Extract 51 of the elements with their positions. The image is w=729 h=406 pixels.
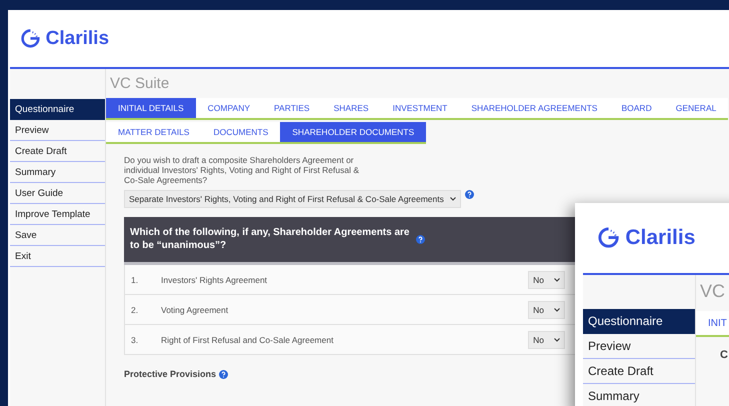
yes-no-select[interactable]: No bbox=[528, 270, 565, 289]
logo-icon bbox=[20, 28, 41, 49]
sidebar-item[interactable]: Questionnaire bbox=[583, 309, 695, 334]
tab[interactable]: BOARD bbox=[609, 98, 664, 118]
chevron-icon bbox=[554, 308, 560, 312]
subtab[interactable]: MATTER DETAILS bbox=[106, 122, 202, 142]
agreement-label: Right of First Refusal and Co-Sale Agreement bbox=[161, 334, 334, 345]
logo-wordmark: Clarilis bbox=[625, 226, 696, 250]
sidebar-item[interactable]: Preview bbox=[10, 120, 105, 141]
sidebar-item[interactable]: Exit bbox=[10, 246, 105, 267]
logo-wordmark: Clarilis bbox=[46, 28, 110, 50]
sidebar-item[interactable]: Create Draft bbox=[583, 359, 695, 384]
logo-icon bbox=[597, 226, 620, 250]
yes-no-select[interactable]: No bbox=[528, 300, 565, 319]
tab[interactable]: INITIAL DETAILS bbox=[106, 98, 196, 118]
tab[interactable]: SHARES bbox=[322, 98, 381, 118]
help-icon[interactable] bbox=[416, 235, 425, 244]
sidebar-item[interactable]: User Guide bbox=[10, 183, 105, 204]
subtab[interactable]: SHAREHOLDER DOCUMENTS bbox=[280, 122, 426, 142]
chevron-icon bbox=[450, 197, 456, 202]
sidebar-item[interactable]: Summary bbox=[583, 384, 695, 406]
row-number: 3. bbox=[130, 334, 140, 345]
tab[interactable]: GENERAL bbox=[664, 98, 728, 118]
tab[interactable]: SHAREHOLDER AGREEMENTS bbox=[459, 98, 610, 118]
sidebar-item[interactable]: Create Draft bbox=[10, 141, 105, 162]
row-number: 2. bbox=[130, 304, 140, 315]
content-text: C bbox=[719, 348, 729, 361]
tab[interactable]: PARTIES bbox=[262, 98, 322, 118]
protective-provisions-heading: Protective Provisions bbox=[124, 369, 216, 380]
help-icon[interactable] bbox=[219, 370, 228, 379]
row-number: 1. bbox=[130, 274, 140, 285]
section-heading: Which of the following, if any, Shareholder Agreements are to be “unanimous”? bbox=[130, 227, 410, 252]
sidebar-item[interactable]: Save bbox=[10, 225, 105, 246]
agreement-label: Investors' Rights Agreement bbox=[161, 274, 268, 285]
tab[interactable]: INIT bbox=[696, 311, 729, 335]
sidebar-item[interactable]: Improve Template bbox=[10, 204, 105, 225]
chevron-icon bbox=[554, 278, 560, 282]
suite-title: VC bbox=[699, 280, 726, 303]
yes-no-select[interactable]: No bbox=[528, 330, 565, 349]
tab[interactable]: COMPANY bbox=[196, 98, 262, 118]
suite-title: VC Suite bbox=[109, 74, 170, 94]
subtab[interactable]: DOCUMENTS bbox=[201, 122, 280, 142]
chevron-icon bbox=[554, 338, 560, 342]
question-text: Do you wish to draft a composite Shareholders Agreement or individual Investors' Rights, Voting and Right of First Refusal & Co-Sale Agreements? bbox=[124, 156, 360, 186]
agreement-label: Voting Agreement bbox=[161, 304, 230, 315]
sidebar-item[interactable]: Summary bbox=[10, 162, 105, 183]
help-icon[interactable] bbox=[464, 190, 474, 200]
answer-select[interactable]: Separate Investors' Rights, Voting and Right of First Refusal & Co-Sale Agreements bbox=[124, 190, 461, 208]
tab[interactable]: INVESTMENT bbox=[380, 98, 460, 118]
sidebar-item[interactable]: Preview bbox=[583, 334, 695, 359]
sidebar-item[interactable]: Questionnaire bbox=[10, 99, 105, 120]
